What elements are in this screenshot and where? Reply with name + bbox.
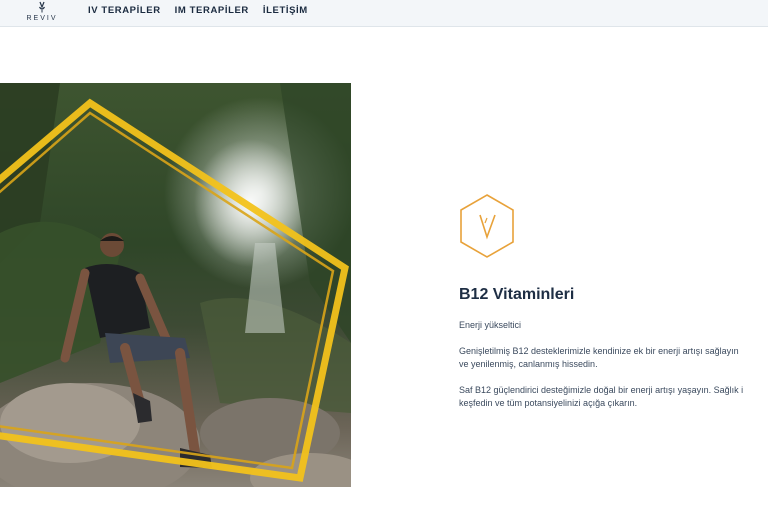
nav-link-im-therapies[interactable]: IM TERAPİLER: [175, 5, 249, 16]
product-description-2: Saf B12 güçlendirici desteğimizle doğal …: [459, 384, 768, 410]
nav-link-contact[interactable]: İLETİŞİM: [263, 5, 308, 16]
nav-link-iv-therapies[interactable]: IV TERAPİLER: [88, 5, 161, 16]
hero-photo: [0, 83, 351, 487]
product-subtitle: Enerji yükseltici: [459, 320, 522, 330]
brand-logo[interactable]: REVIV: [22, 1, 62, 25]
product-description-1-line-2: ve yenilenmiş, canlanmış hissedin.: [459, 359, 598, 369]
product-title: B12 Vitaminleri: [459, 286, 575, 303]
reviv-logo-icon: [38, 1, 46, 13]
product-description-1-line-1: Genişletilmiş B12 desteklerimizle kendin…: [459, 346, 739, 356]
hero-photo-illustration: [0, 83, 351, 487]
product-description-2-line-2: keşfedin ve tüm potansiyelinizi açığa çı…: [459, 398, 638, 408]
product-description-1: Genişletilmiş B12 desteklerimizle kendin…: [459, 345, 768, 371]
brand-name: REVIV: [26, 15, 58, 22]
vitamin-hexagon-icon: [460, 194, 514, 258]
top-nav: REVIV IV TERAPİLER IM TERAPİLER İLETİŞİM: [0, 0, 768, 27]
product-description-2-line-1: Saf B12 güçlendirici desteğimizle doğal …: [459, 385, 744, 395]
main-menu: IV TERAPİLER IM TERAPİLER İLETİŞİM: [88, 0, 308, 20]
